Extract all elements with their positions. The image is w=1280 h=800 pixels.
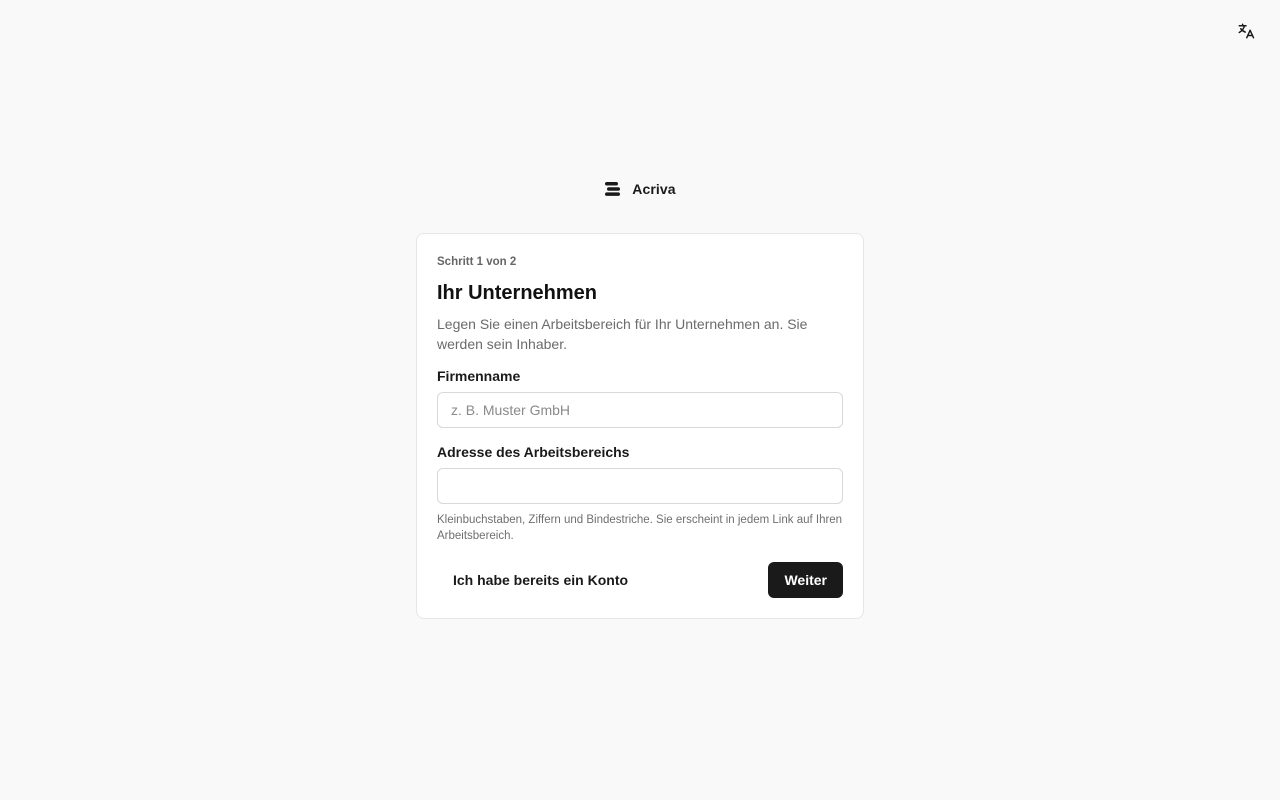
workspace-address-label: Adresse des Arbeitsbereichs <box>437 444 630 460</box>
brand-name: Acriva <box>632 181 676 197</box>
workspace-address-hint: Kleinbuchstaben, Ziffern und Bindestrich… <box>437 514 843 542</box>
stack-logo-icon <box>605 182 621 196</box>
company-name-input[interactable] <box>437 392 843 428</box>
company-name-label: Firmenname <box>437 368 521 384</box>
page-description: Legen Sie einen Arbeitsbereich für Ihr U… <box>437 316 808 352</box>
next-button[interactable]: Weiter <box>768 562 843 598</box>
workspace-address-input[interactable] <box>437 468 843 504</box>
have-account-button[interactable]: Ich habe bereits ein Konto <box>437 562 644 598</box>
brand: Acriva <box>0 181 1280 197</box>
page-title: Ihr Unternehmen <box>437 282 598 304</box>
step-indicator: Schritt 1 von 2 <box>437 256 517 268</box>
language-button[interactable] <box>1234 20 1258 42</box>
card-actions: Ich habe bereits ein Konto Weiter <box>437 562 843 598</box>
onboarding-card: Schritt 1 von 2 Ihr Unternehmen Legen Si… <box>416 233 864 619</box>
translate-icon <box>1238 23 1255 39</box>
